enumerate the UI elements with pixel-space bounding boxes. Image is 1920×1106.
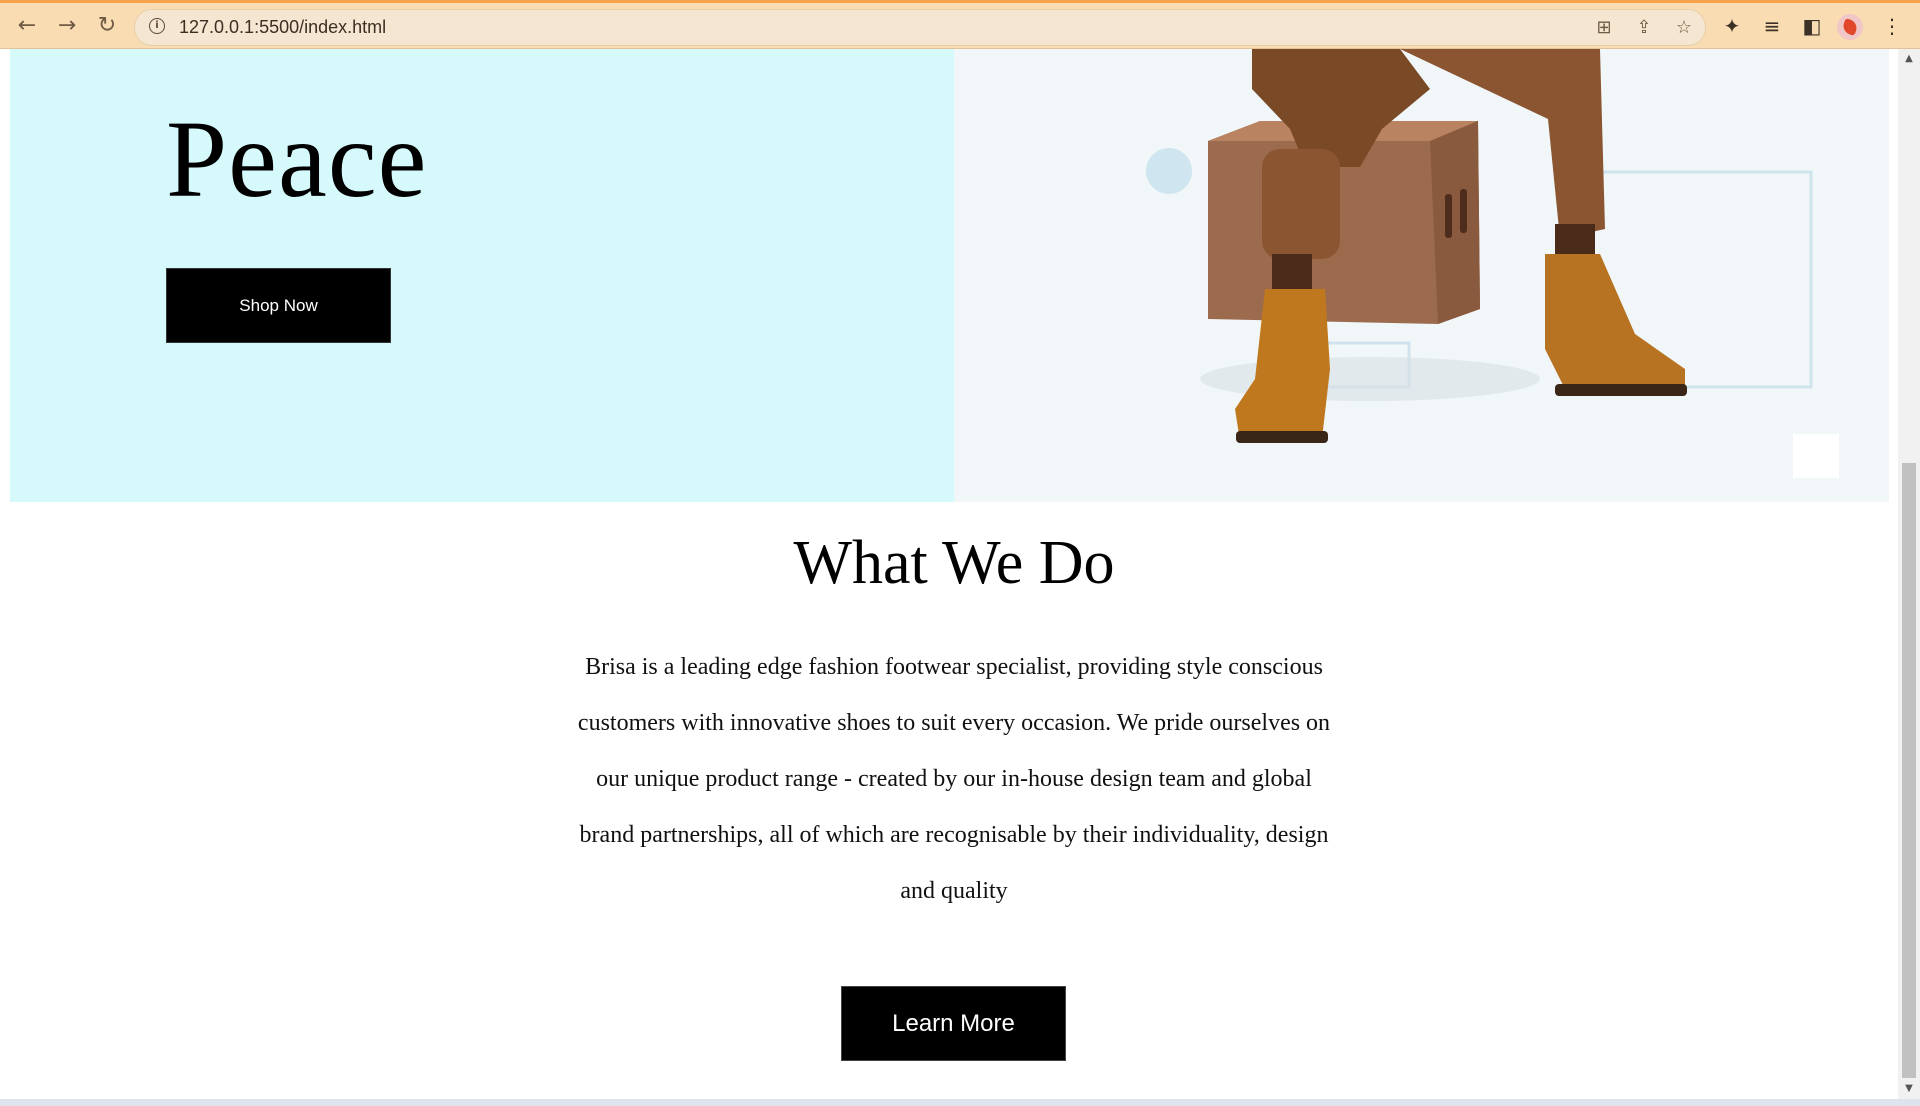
url-text[interactable]: 127.0.0.1:5500/index.html	[179, 17, 386, 38]
extensions-icon[interactable]: ✦	[1718, 12, 1746, 40]
decor-circle	[1146, 148, 1192, 194]
browser-toolbar: ← → ↻ i 127.0.0.1:5500/index.html ⊞ ⇪ ☆ …	[0, 3, 1920, 49]
hero-image	[1146, 49, 1813, 443]
corner-square	[1793, 434, 1839, 478]
side-panel-icon[interactable]: ◧	[1798, 12, 1826, 40]
hero-heading: Peace	[166, 98, 428, 220]
translate-icon[interactable]: ⊞	[1591, 15, 1617, 41]
right-boot	[1545, 254, 1685, 394]
site-info-icon[interactable]: i	[149, 18, 165, 34]
vertical-scrollbar[interactable]: ▲ ▼	[1898, 49, 1920, 1099]
window-bottom-edge	[0, 1099, 1920, 1106]
back-icon[interactable]: ←	[12, 11, 42, 41]
reading-list-icon[interactable]: ≡	[1758, 12, 1786, 40]
scroll-thumb[interactable]	[1902, 463, 1916, 1078]
page-viewport: Peace Shop Now What We Do Brisa is a lea…	[0, 49, 1898, 1099]
section-description: Brisa is a leading edge fashion footwear…	[577, 654, 1331, 904]
menu-kebab-icon[interactable]: ⋮	[1878, 12, 1906, 40]
learn-more-button[interactable]: Learn More	[841, 986, 1066, 1061]
address-bar[interactable]: i 127.0.0.1:5500/index.html ⊞ ⇪ ☆	[134, 9, 1706, 46]
bookmark-star-icon[interactable]: ☆	[1671, 15, 1697, 41]
scroll-down-arrow-icon[interactable]: ▼	[1898, 1079, 1920, 1099]
profile-avatar[interactable]	[1837, 14, 1863, 40]
forward-icon[interactable]: →	[52, 11, 82, 41]
section-title: What We Do	[793, 529, 1115, 597]
share-icon[interactable]: ⇪	[1631, 15, 1657, 41]
scroll-up-arrow-icon[interactable]: ▲	[1898, 49, 1920, 69]
shop-now-button[interactable]: Shop Now	[166, 268, 391, 343]
reload-icon[interactable]: ↻	[92, 11, 122, 41]
hero-left-panel	[10, 49, 954, 502]
